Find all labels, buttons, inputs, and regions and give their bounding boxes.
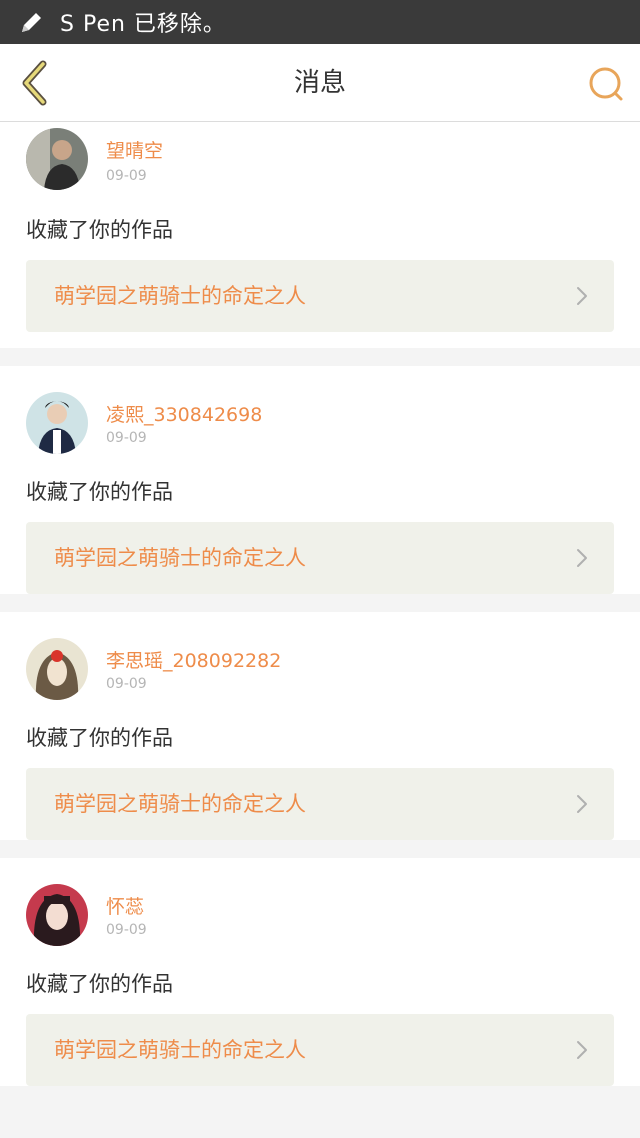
timestamp: 09-09	[106, 168, 147, 184]
message-card: 李思瑶_208092282 09-09 收藏了你的作品 萌学园之萌骑士的命定之人	[0, 612, 640, 840]
divider	[0, 594, 640, 612]
username[interactable]: 李思瑶_208092282	[106, 646, 281, 673]
work-title: 萌学园之萌骑士的命定之人	[54, 546, 306, 570]
work-link[interactable]: 萌学园之萌骑士的命定之人	[26, 260, 614, 332]
divider	[0, 840, 640, 858]
timestamp: 09-09	[106, 922, 147, 938]
search-button[interactable]	[584, 62, 628, 106]
page-title: 消息	[293, 68, 346, 98]
chevron-right-icon	[577, 549, 587, 567]
work-title: 萌学园之萌骑士的命定之人	[54, 1038, 306, 1062]
timestamp: 09-09	[106, 430, 147, 446]
pencil-icon	[18, 8, 46, 36]
avatar[interactable]	[26, 392, 88, 454]
work-link[interactable]: 萌学园之萌骑士的命定之人	[26, 522, 614, 594]
username[interactable]: 望晴空	[106, 136, 163, 163]
work-link[interactable]: 萌学园之萌骑士的命定之人	[26, 768, 614, 840]
chevron-right-icon	[577, 287, 587, 305]
work-title: 萌学园之萌骑士的命定之人	[54, 284, 306, 308]
message-list: 望晴空 09-09 收藏了你的作品 萌学园之萌骑士的命定之人 凌熙_330842…	[0, 122, 640, 1086]
search-icon	[589, 67, 623, 101]
chevron-right-icon	[577, 795, 587, 813]
avatar[interactable]	[26, 128, 88, 190]
username[interactable]: 凌熙_330842698	[106, 400, 262, 427]
message-card: 凌熙_330842698 09-09 收藏了你的作品 萌学园之萌骑士的命定之人	[0, 366, 640, 594]
status-bar: S Pen 已移除。	[0, 0, 640, 44]
chevron-right-icon	[577, 1041, 587, 1059]
action-text: 收藏了你的作品	[26, 726, 173, 750]
work-link[interactable]: 萌学园之萌骑士的命定之人	[26, 1014, 614, 1086]
message-card: 望晴空 09-09 收藏了你的作品 萌学园之萌骑士的命定之人	[0, 122, 640, 348]
avatar[interactable]	[26, 884, 88, 946]
divider	[0, 348, 640, 366]
status-message: S Pen 已移除。	[60, 12, 226, 37]
action-text: 收藏了你的作品	[26, 218, 173, 242]
timestamp: 09-09	[106, 676, 147, 692]
avatar[interactable]	[26, 638, 88, 700]
work-title: 萌学园之萌骑士的命定之人	[54, 792, 306, 816]
navigation-bar: 消息	[0, 44, 640, 122]
message-card: 怀蕊 09-09 收藏了你的作品 萌学园之萌骑士的命定之人	[0, 858, 640, 1086]
action-text: 收藏了你的作品	[26, 480, 173, 504]
action-text: 收藏了你的作品	[26, 972, 173, 996]
username[interactable]: 怀蕊	[106, 892, 144, 919]
